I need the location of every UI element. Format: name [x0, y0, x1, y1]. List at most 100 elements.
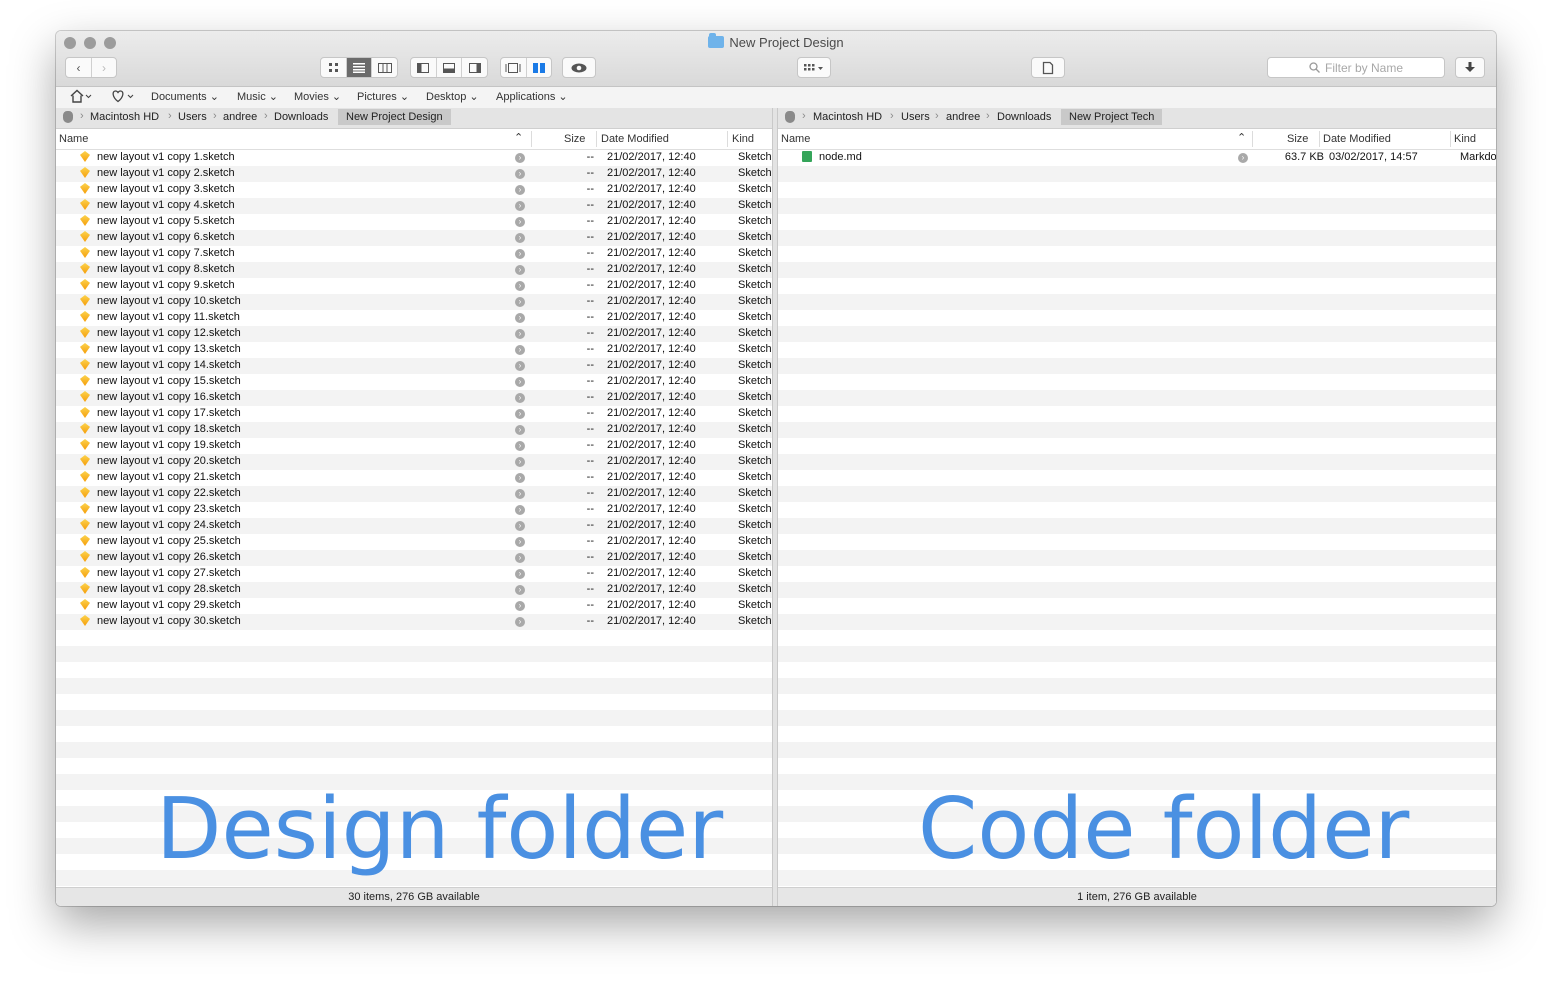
- table-row[interactable]: new layout v1 copy 30.sketch › -- 21/02/201…: [56, 614, 772, 630]
- table-row[interactable]: new layout v1 copy 11.sketch › -- 21/02/201…: [56, 310, 772, 326]
- column-kind[interactable]: Kind: [732, 133, 754, 145]
- go-arrow-icon[interactable]: ›: [515, 505, 525, 515]
- go-arrow-icon[interactable]: ›: [515, 265, 525, 275]
- go-arrow-icon[interactable]: ›: [515, 201, 525, 211]
- go-arrow-icon[interactable]: ›: [515, 521, 525, 531]
- arrange-button[interactable]: [797, 57, 831, 78]
- favorite-music[interactable]: Music ⌄: [237, 90, 278, 103]
- table-row[interactable]: new layout v1 copy 3.sketch › -- 21/02/2017…: [56, 182, 772, 198]
- breadcrumb-item[interactable]: Downloads: [997, 111, 1051, 123]
- breadcrumb-item[interactable]: Macintosh HD: [90, 111, 159, 123]
- column-date-modified[interactable]: Date Modified: [601, 133, 669, 145]
- table-row[interactable]: new layout v1 copy 14.sketch › -- 21/02/201…: [56, 358, 772, 374]
- table-row[interactable]: new layout v1 copy 10.sketch › -- 21/02/201…: [56, 294, 772, 310]
- apple-icon[interactable]: [785, 111, 795, 123]
- go-arrow-icon[interactable]: ›: [515, 361, 525, 371]
- breadcrumb-current[interactable]: New Project Design: [338, 109, 451, 125]
- breadcrumb-item[interactable]: Downloads: [274, 111, 328, 123]
- filter-by-name-field[interactable]: Filter by Name: [1267, 57, 1445, 78]
- favorite-desktop[interactable]: Desktop ⌄: [426, 90, 479, 103]
- quick-look-button[interactable]: [562, 57, 596, 78]
- table-row[interactable]: new layout v1 copy 6.sketch › -- 21/02/2017…: [56, 230, 772, 246]
- left-panel-button[interactable]: [411, 58, 437, 77]
- table-row[interactable]: new layout v1 copy 8.sketch › -- 21/02/2017…: [56, 262, 772, 278]
- column-name[interactable]: Name: [59, 133, 88, 145]
- table-row[interactable]: new layout v1 copy 18.sketch › -- 21/02/201…: [56, 422, 772, 438]
- go-arrow-icon[interactable]: ›: [515, 537, 525, 547]
- download-button[interactable]: [1455, 57, 1485, 78]
- column-date-modified[interactable]: Date Modified: [1323, 133, 1391, 145]
- table-row[interactable]: new layout v1 copy 19.sketch › -- 21/02/201…: [56, 438, 772, 454]
- go-arrow-icon[interactable]: ›: [515, 601, 525, 611]
- column-size[interactable]: Size: [564, 133, 585, 145]
- table-row[interactable]: new layout v1 copy 2.sketch › -- 21/02/2017…: [56, 166, 772, 182]
- breadcrumb-item[interactable]: Users: [178, 111, 207, 123]
- table-row[interactable]: new layout v1 copy 26.sketch › -- 21/02/201…: [56, 550, 772, 566]
- table-row[interactable]: new layout v1 copy 25.sketch › -- 21/02/201…: [56, 534, 772, 550]
- single-pane-button[interactable]: [501, 58, 527, 77]
- table-row[interactable]: new layout v1 copy 23.sketch › -- 21/02/201…: [56, 502, 772, 518]
- forward-button[interactable]: ›: [92, 58, 116, 77]
- table-row[interactable]: new layout v1 copy 5.sketch › -- 21/02/2017…: [56, 214, 772, 230]
- column-name[interactable]: Name: [781, 133, 810, 145]
- dual-pane-button[interactable]: [527, 58, 551, 77]
- go-arrow-icon[interactable]: ›: [515, 281, 525, 291]
- table-row[interactable]: new layout v1 copy 20.sketch › -- 21/02/201…: [56, 454, 772, 470]
- table-row[interactable]: new layout v1 copy 4.sketch › -- 21/02/2017…: [56, 198, 772, 214]
- go-arrow-icon[interactable]: ›: [515, 249, 525, 259]
- go-arrow-icon[interactable]: ›: [515, 233, 525, 243]
- right-panel-button[interactable]: [462, 58, 487, 77]
- go-arrow-icon[interactable]: ›: [515, 377, 525, 387]
- table-row[interactable]: new layout v1 copy 17.sketch › -- 21/02/201…: [56, 406, 772, 422]
- go-arrow-icon[interactable]: ›: [515, 553, 525, 563]
- table-row[interactable]: new layout v1 copy 27.sketch › -- 21/02/201…: [56, 566, 772, 582]
- home-button[interactable]: [70, 89, 92, 106]
- go-arrow-icon[interactable]: ›: [515, 185, 525, 195]
- go-arrow-icon[interactable]: ›: [515, 457, 525, 467]
- table-row[interactable]: new layout v1 copy 15.sketch › -- 21/02/201…: [56, 374, 772, 390]
- back-button[interactable]: ‹: [66, 58, 92, 77]
- table-row[interactable]: new layout v1 copy 16.sketch › -- 21/02/201…: [56, 390, 772, 406]
- favorite-documents[interactable]: Documents ⌄: [151, 90, 219, 103]
- go-arrow-icon[interactable]: ›: [515, 153, 525, 163]
- table-row[interactable]: new layout v1 copy 9.sketch › -- 21/02/2017…: [56, 278, 772, 294]
- breadcrumb-item[interactable]: Users: [901, 111, 930, 123]
- table-row[interactable]: new layout v1 copy 24.sketch › -- 21/02/201…: [56, 518, 772, 534]
- go-arrow-icon[interactable]: ›: [515, 585, 525, 595]
- breadcrumb-item[interactable]: Macintosh HD: [813, 111, 882, 123]
- go-arrow-icon[interactable]: ›: [1238, 153, 1248, 163]
- sort-ascending-icon[interactable]: ⌃: [514, 131, 523, 144]
- table-row[interactable]: new layout v1 copy 12.sketch › -- 21/02/201…: [56, 326, 772, 342]
- favorite-pictures[interactable]: Pictures ⌄: [357, 90, 409, 103]
- go-arrow-icon[interactable]: ›: [515, 313, 525, 323]
- table-row[interactable]: new layout v1 copy 13.sketch › -- 21/02/201…: [56, 342, 772, 358]
- breadcrumb-item[interactable]: andree: [946, 111, 980, 123]
- go-arrow-icon[interactable]: ›: [515, 329, 525, 339]
- breadcrumb-item[interactable]: andree: [223, 111, 257, 123]
- go-arrow-icon[interactable]: ›: [515, 441, 525, 451]
- breadcrumb-current[interactable]: New Project Tech: [1061, 109, 1163, 125]
- bottom-panel-button[interactable]: [437, 58, 463, 77]
- favorite-movies[interactable]: Movies ⌄: [294, 90, 341, 103]
- apple-icon[interactable]: [63, 111, 73, 123]
- table-row[interactable]: new layout v1 copy 29.sketch › -- 21/02/201…: [56, 598, 772, 614]
- list-view-button[interactable]: [346, 58, 373, 77]
- table-row[interactable]: new layout v1 copy 21.sketch › -- 21/02/201…: [56, 470, 772, 486]
- sort-ascending-icon[interactable]: ⌃: [1237, 131, 1246, 144]
- table-row[interactable]: node.md › 63.7 KB 03/02/2017, 14:57 Markdo: [778, 150, 1496, 166]
- column-view-button[interactable]: [372, 58, 397, 77]
- column-kind[interactable]: Kind: [1454, 133, 1476, 145]
- go-arrow-icon[interactable]: ›: [515, 409, 525, 419]
- new-document-button[interactable]: [1031, 57, 1065, 78]
- go-arrow-icon[interactable]: ›: [515, 169, 525, 179]
- go-arrow-icon[interactable]: ›: [515, 473, 525, 483]
- go-arrow-icon[interactable]: ›: [515, 393, 525, 403]
- table-row[interactable]: new layout v1 copy 22.sketch › -- 21/02/201…: [56, 486, 772, 502]
- go-arrow-icon[interactable]: ›: [515, 297, 525, 307]
- column-size[interactable]: Size: [1287, 133, 1308, 145]
- go-arrow-icon[interactable]: ›: [515, 617, 525, 627]
- go-arrow-icon[interactable]: ›: [515, 425, 525, 435]
- icon-view-button[interactable]: [321, 58, 347, 77]
- table-row[interactable]: new layout v1 copy 1.sketch › -- 21/02/2017…: [56, 150, 772, 166]
- go-arrow-icon[interactable]: ›: [515, 489, 525, 499]
